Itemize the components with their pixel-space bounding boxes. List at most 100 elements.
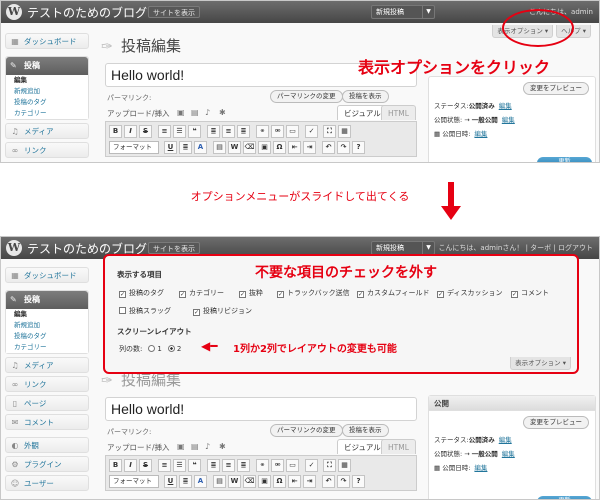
view-site-button[interactable]: サイトを表示 (148, 242, 200, 254)
sidebar-item-posts[interactable]: ✎ 投稿 編集 新規追加 投稿のタグ カテゴリー (5, 56, 89, 120)
checkbox-post-tags[interactable]: ✓ 投稿のタグ (119, 288, 164, 298)
paste-text-icon[interactable]: ▤ (213, 475, 226, 488)
fullscreen-icon[interactable]: ⛶ (323, 459, 336, 472)
undo-icon[interactable]: ↶ (322, 475, 335, 488)
image-icon[interactable]: ▣ (177, 108, 185, 117)
more-tag-icon[interactable]: ▭ (286, 125, 299, 138)
edit-visibility-link[interactable]: 編集 (502, 450, 515, 458)
insert-link-icon[interactable]: ⚭ (256, 459, 269, 472)
checkbox-box[interactable]: ✓ (239, 291, 246, 298)
tab-html[interactable]: HTML (381, 439, 416, 454)
media-insert-icon[interactable]: ✱ (219, 442, 226, 451)
align-right-icon[interactable]: ≣ (237, 459, 250, 472)
redo-icon[interactable]: ↷ (337, 141, 350, 154)
checkbox-comments[interactable]: ✓ コメント (511, 288, 549, 298)
preview-changes-button[interactable]: 変更をプレビュー (523, 416, 589, 429)
edit-visibility-link[interactable]: 編集 (502, 116, 515, 124)
sidebar-sub-add-new[interactable]: 新規追加 (6, 86, 88, 97)
format-select[interactable]: フォーマット (109, 141, 159, 154)
sidebar-item-appearance[interactable]: ◐ 外観 (5, 437, 89, 453)
checkbox-trackbacks[interactable]: ✓ トラックバック送信 (277, 288, 350, 298)
tab-html[interactable]: HTML (381, 105, 416, 120)
sidebar-sub-edit[interactable]: 編集 (6, 75, 88, 86)
change-permalink-button[interactable]: パーマリンクの変更 (270, 90, 343, 103)
sidebar-item-links[interactable]: ∞ リンク (5, 376, 89, 392)
sidebar-item-dashboard[interactable]: ▦ ダッシュボード (5, 267, 89, 283)
sidebar-item-media[interactable]: ♫ メディア (5, 123, 89, 139)
view-post-button[interactable]: 投稿を表示 (342, 90, 389, 103)
checkbox-box[interactable]: ✓ (357, 291, 364, 298)
checkbox-box[interactable]: ✓ (437, 291, 444, 298)
view-post-button[interactable]: 投稿を表示 (342, 424, 389, 437)
text-color-icon[interactable]: A (194, 475, 207, 488)
outdent-icon[interactable]: ⇤ (288, 475, 301, 488)
site-title[interactable]: テストのためのブログ (27, 4, 147, 21)
checkbox-discussion[interactable]: ✓ ディスカッション (437, 288, 503, 298)
edit-status-link[interactable]: 編集 (499, 436, 512, 444)
sidebar-item-pages[interactable]: ▯ ページ (5, 395, 89, 411)
media-icon[interactable]: ▣ (258, 141, 271, 154)
numbered-list-icon[interactable]: ☰ (173, 459, 186, 472)
sidebar-sub-categories[interactable]: カテゴリー (6, 342, 88, 353)
align-right-icon[interactable]: ≣ (237, 125, 250, 138)
screen-options-button[interactable]: 表示オプション ▾ (510, 357, 571, 370)
numbered-list-icon[interactable]: ☰ (173, 125, 186, 138)
sidebar-sub-tags[interactable]: 投稿のタグ (6, 97, 88, 108)
kitchen-sink-icon[interactable]: ▦ (338, 459, 351, 472)
sidebar-item-plugins[interactable]: ⚙ プラグイン (5, 456, 89, 472)
outdent-icon[interactable]: ⇤ (288, 141, 301, 154)
format-select[interactable]: フォーマット (109, 475, 159, 488)
checkbox-box[interactable]: ✓ (179, 291, 186, 298)
checkbox-box[interactable]: ✓ (193, 309, 200, 316)
wordpress-logo-icon[interactable]: W (6, 240, 22, 256)
align-center-icon[interactable]: ≡ (222, 459, 235, 472)
bold-icon[interactable]: B (109, 125, 122, 138)
sidebar-item-comments[interactable]: ✉ コメント (5, 414, 89, 430)
checkbox-categories[interactable]: ✓ カテゴリー (179, 288, 224, 298)
paste-text-icon[interactable]: ▤ (213, 141, 226, 154)
edit-date-link[interactable]: 編集 (474, 130, 487, 138)
checkbox-box[interactable]: ✓ (119, 291, 126, 298)
italic-icon[interactable]: I (124, 459, 137, 472)
spellcheck-icon[interactable]: ✓ (305, 459, 318, 472)
new-post-dropdown[interactable]: 新規投稿 ▼ (371, 241, 435, 255)
indent-icon[interactable]: ⇥ (303, 475, 316, 488)
spellcheck-icon[interactable]: ✓ (305, 125, 318, 138)
post-title-input[interactable]: Hello world! (105, 397, 417, 421)
unlink-icon[interactable]: ⚮ (271, 459, 284, 472)
redo-icon[interactable]: ↷ (337, 475, 350, 488)
bullet-list-icon[interactable]: ≡ (158, 125, 171, 138)
strikethrough-icon[interactable]: S (139, 125, 152, 138)
checkbox-excerpt[interactable]: ✓ 抜粋 (239, 288, 263, 298)
radio-columns-1[interactable] (148, 345, 156, 352)
underline-icon[interactable]: U (164, 141, 177, 154)
media-insert-icon[interactable]: ✱ (219, 108, 226, 117)
blockquote-icon[interactable]: ❝ (188, 125, 201, 138)
sidebar-item-dashboard[interactable]: ▦ ダッシュボード (5, 33, 89, 49)
media-icon[interactable]: ▣ (258, 475, 271, 488)
help-icon[interactable]: ? (352, 141, 365, 154)
checkbox-revisions[interactable]: ✓ 投稿リビジョン (193, 306, 252, 316)
wordpress-logo-icon[interactable]: W (6, 4, 22, 20)
sidebar-sub-categories[interactable]: カテゴリー (6, 108, 88, 119)
video-icon[interactable]: ▤ (191, 442, 199, 451)
video-icon[interactable]: ▤ (191, 108, 199, 117)
italic-icon[interactable]: I (124, 125, 137, 138)
kitchen-sink-icon[interactable]: ▦ (338, 125, 351, 138)
align-center-icon[interactable]: ≡ (222, 125, 235, 138)
update-button[interactable]: 更新 (537, 157, 592, 162)
blockquote-icon[interactable]: ❝ (188, 459, 201, 472)
remove-format-icon[interactable]: ⌫ (243, 475, 256, 488)
new-post-dropdown[interactable]: 新規投稿 ▼ (371, 5, 435, 19)
strikethrough-icon[interactable]: S (139, 459, 152, 472)
bullet-list-icon[interactable]: ≡ (158, 459, 171, 472)
edit-date-link[interactable]: 編集 (474, 464, 487, 472)
align-left-icon[interactable]: ≣ (207, 459, 220, 472)
checkbox-box[interactable] (119, 307, 126, 314)
checkbox-custom-fields[interactable]: ✓ カスタムフィールド (357, 288, 429, 298)
omega-icon[interactable]: Ω (273, 141, 286, 154)
justify-icon[interactable]: ≣ (179, 475, 192, 488)
audio-icon[interactable]: ♪ (205, 442, 210, 451)
checkbox-post-slug[interactable]: 投稿スラッグ (119, 306, 171, 316)
more-tag-icon[interactable]: ▭ (286, 459, 299, 472)
